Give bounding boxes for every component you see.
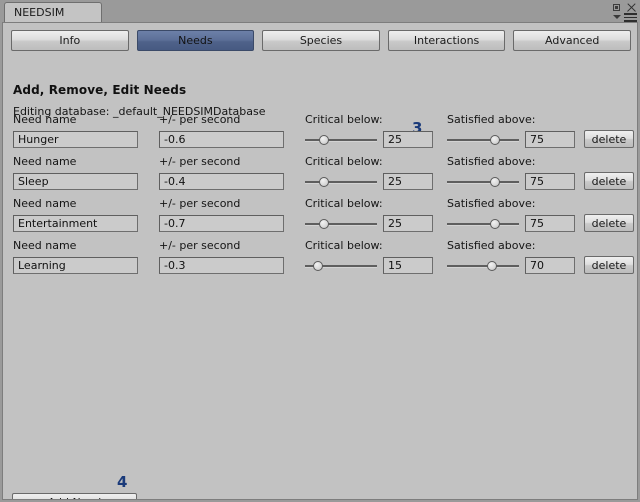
- slider-handle[interactable]: [490, 177, 500, 187]
- satisfied-value-input[interactable]: 75: [525, 173, 575, 190]
- window-titlebar: NEEDSIM: [0, 0, 640, 22]
- slider-handle[interactable]: [313, 261, 323, 271]
- need-name-label: Need name: [13, 197, 77, 210]
- delete-need-button[interactable]: delete: [584, 256, 634, 274]
- slider-track: [447, 181, 519, 184]
- tab-species-label: Species: [299, 34, 343, 47]
- need-name-input[interactable]: Hunger: [13, 131, 138, 148]
- rate-input[interactable]: -0.6: [159, 131, 284, 148]
- slider-track: [447, 265, 519, 268]
- annotation-marker-4: 4: [117, 473, 128, 491]
- need-name-label: Need name: [13, 239, 77, 252]
- chevron-down-icon[interactable]: [613, 15, 621, 20]
- delete-need-button[interactable]: delete: [584, 214, 634, 232]
- critical-value-input[interactable]: 25: [383, 173, 433, 190]
- tab-info-label: Info: [59, 34, 81, 47]
- panel-menu-controls: [613, 13, 637, 22]
- slider-handle[interactable]: [319, 219, 329, 229]
- tab-bar: Info Needs Species Interactions Advanced: [11, 30, 631, 51]
- needsim-editor-window: NEEDSIM Info Needs Species Interactions …: [0, 0, 640, 502]
- delete-need-button[interactable]: delete: [584, 172, 634, 190]
- critical-value-input[interactable]: 25: [383, 215, 433, 232]
- satisfied-value-input[interactable]: 70: [525, 257, 575, 274]
- need-name-input[interactable]: Learning: [13, 257, 138, 274]
- satisfied-slider[interactable]: [447, 215, 519, 232]
- tab-needs[interactable]: Needs: [136, 30, 255, 51]
- slider-track: [305, 181, 377, 184]
- critical-value-input[interactable]: 15: [383, 257, 433, 274]
- critical-label: Critical below:: [305, 155, 383, 168]
- rate-input[interactable]: -0.4: [159, 173, 284, 190]
- critical-value-input[interactable]: 25: [383, 131, 433, 148]
- critical-label: Critical below:: [305, 197, 383, 210]
- slider-handle[interactable]: [490, 219, 500, 229]
- needs-panel: Info Needs Species Interactions Advanced…: [2, 22, 638, 500]
- satisfied-label: Satisfied above:: [447, 113, 536, 126]
- need-name-label: Need name: [13, 113, 77, 126]
- critical-label: Critical below:: [305, 239, 383, 252]
- slider-handle[interactable]: [490, 135, 500, 145]
- need-row: Need name Sleep +/- per second -0.4 Crit…: [3, 155, 637, 197]
- tab-info[interactable]: Info: [11, 30, 129, 51]
- tab-interactions-label: Interactions: [413, 34, 480, 47]
- satisfied-value-input[interactable]: 75: [525, 131, 575, 148]
- critical-slider[interactable]: [305, 215, 377, 232]
- slider-handle[interactable]: [319, 177, 329, 187]
- rate-input[interactable]: -0.7: [159, 215, 284, 232]
- window-tab-needsim[interactable]: NEEDSIM: [4, 2, 102, 22]
- rate-label: +/- per second: [159, 113, 241, 126]
- satisfied-label: Satisfied above:: [447, 197, 536, 210]
- tab-advanced-label: Advanced: [545, 34, 600, 47]
- rate-label: +/- per second: [159, 155, 241, 168]
- page-title: Add, Remove, Edit Needs: [13, 83, 187, 97]
- critical-slider[interactable]: [305, 257, 377, 274]
- need-name-label: Need name: [13, 155, 77, 168]
- slider-track: [305, 223, 377, 226]
- add-need-button[interactable]: Add Need: [12, 493, 137, 499]
- close-icon[interactable]: [626, 3, 636, 13]
- tab-interactions[interactable]: Interactions: [387, 30, 506, 51]
- satisfied-label: Satisfied above:: [447, 239, 536, 252]
- slider-track: [447, 223, 519, 226]
- tab-advanced[interactable]: Advanced: [513, 30, 631, 51]
- critical-slider[interactable]: [305, 131, 377, 148]
- critical-slider[interactable]: [305, 173, 377, 190]
- slider-handle[interactable]: [487, 261, 497, 271]
- rate-label: +/- per second: [159, 197, 241, 210]
- need-row: Need name Entertainment +/- per second -…: [3, 197, 637, 239]
- window-tab-label: NEEDSIM: [14, 6, 65, 19]
- slider-handle[interactable]: [319, 135, 329, 145]
- slider-track: [447, 139, 519, 142]
- satisfied-slider[interactable]: [447, 257, 519, 274]
- satisfied-slider[interactable]: [447, 173, 519, 190]
- hamburger-menu-icon[interactable]: [624, 13, 637, 22]
- need-name-input[interactable]: Entertainment: [13, 215, 138, 232]
- slider-track: [305, 139, 377, 142]
- need-row: Need name Learning +/- per second -0.3 C…: [3, 239, 637, 281]
- window-controls: [613, 2, 636, 13]
- satisfied-value-input[interactable]: 75: [525, 215, 575, 232]
- delete-need-button[interactable]: delete: [584, 130, 634, 148]
- tab-needs-label: Needs: [178, 34, 213, 47]
- satisfied-slider[interactable]: [447, 131, 519, 148]
- need-name-input[interactable]: Sleep: [13, 173, 138, 190]
- maximize-icon[interactable]: [613, 4, 620, 11]
- tab-species[interactable]: Species: [262, 30, 380, 51]
- rate-label: +/- per second: [159, 239, 241, 252]
- critical-label: Critical below:: [305, 113, 383, 126]
- satisfied-label: Satisfied above:: [447, 155, 536, 168]
- rate-input[interactable]: -0.3: [159, 257, 284, 274]
- need-row: Need name Hunger +/- per second -0.6 Cri…: [3, 113, 637, 155]
